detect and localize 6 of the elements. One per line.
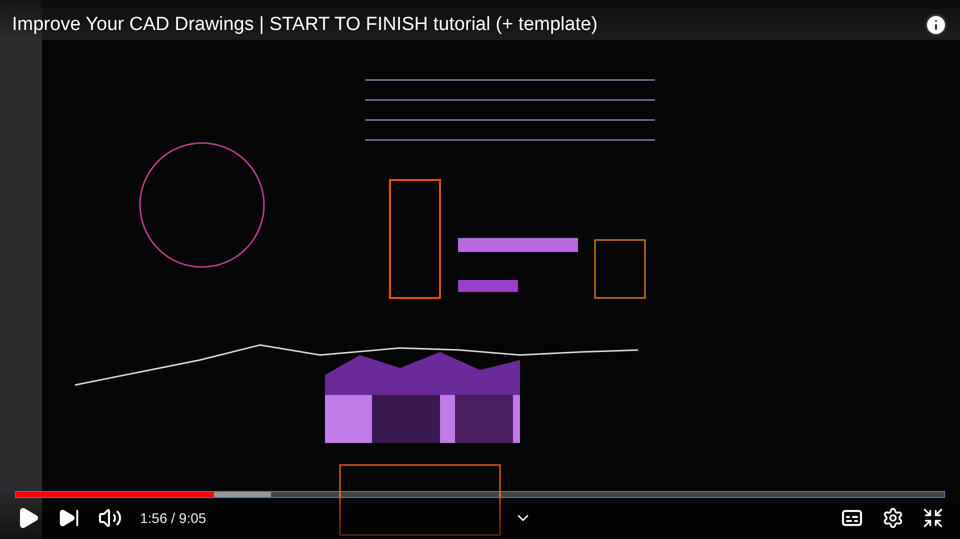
time-display: 1:56 / 9:05 — [140, 510, 206, 526]
exit-fullscreen-icon[interactable] — [922, 507, 944, 529]
next-icon[interactable] — [58, 507, 80, 529]
settings-icon[interactable] — [882, 507, 904, 529]
volume-icon[interactable] — [98, 506, 122, 530]
progress-bar[interactable] — [16, 492, 944, 497]
